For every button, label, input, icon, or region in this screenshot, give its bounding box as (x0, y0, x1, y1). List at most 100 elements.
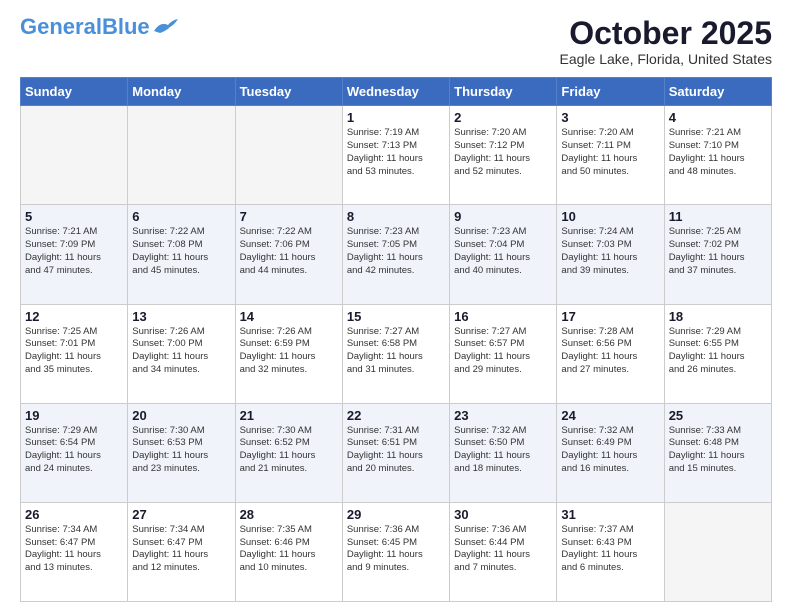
calendar-cell (664, 502, 771, 601)
day-number: 1 (347, 110, 445, 125)
calendar-week-row: 12 Sunrise: 7:25 AMSunset: 7:01 PMDayligh… (21, 304, 772, 403)
calendar-cell: 31 Sunrise: 7:37 AMSunset: 6:43 PMDayligh… (557, 502, 664, 601)
day-number: 25 (669, 408, 767, 423)
day-info: Sunrise: 7:20 AMSunset: 7:11 PMDaylight:… (561, 127, 659, 178)
calendar-cell: 29Sunrise: 7:36 AMSunset: 6:45 PMDayligh… (342, 502, 449, 601)
calendar-cell: 10Sunrise: 7:24 AMSunset: 7:03 PMDayligh… (557, 205, 664, 304)
calendar-cell: 24 Sunrise: 7:32 AMSunset: 6:49 PMDayligh… (557, 403, 664, 502)
day-info: Sunrise: 7:34 AMSunset: 6:47 PMDaylight:… (25, 524, 123, 575)
calendar-cell: 20Sunrise: 7:30 AMSunset: 6:53 PMDayligh… (128, 403, 235, 502)
calendar-cell: 11 Sunrise: 7:25 AMSunset: 7:02 PMDayligh… (664, 205, 771, 304)
calendar-cell: 16Sunrise: 7:27 AMSunset: 6:57 PMDayligh… (450, 304, 557, 403)
page: GeneralBlue October 2025 Eagle Lake, Flo… (0, 0, 792, 612)
calendar-cell: 9Sunrise: 7:23 AMSunset: 7:04 PMDaylight… (450, 205, 557, 304)
calendar-cell: 2 Sunrise: 7:20 AMSunset: 7:12 PMDaylight… (450, 106, 557, 205)
logo-blue: Blue (102, 14, 150, 39)
logo: GeneralBlue (20, 16, 180, 38)
col-header-thursday: Thursday (450, 78, 557, 106)
day-number: 27 (132, 507, 230, 522)
calendar-cell: 14Sunrise: 7:26 AMSunset: 6:59 PMDayligh… (235, 304, 342, 403)
day-info: Sunrise: 7:36 AMSunset: 6:45 PMDaylight:… (347, 524, 445, 575)
col-header-friday: Friday (557, 78, 664, 106)
calendar-cell: 27 Sunrise: 7:34 AMSunset: 6:47 PMDayligh… (128, 502, 235, 601)
calendar-week-row: 1 Sunrise: 7:19 AMSunset: 7:13 PMDaylight… (21, 106, 772, 205)
calendar-cell: 13 Sunrise: 7:26 AMSunset: 7:00 PMDayligh… (128, 304, 235, 403)
day-info: Sunrise: 7:29 AMSunset: 6:55 PMDaylight:… (669, 326, 767, 377)
day-info: Sunrise: 7:35 AMSunset: 6:46 PMDaylight:… (240, 524, 338, 575)
calendar-cell: 6Sunrise: 7:22 AMSunset: 7:08 PMDaylight… (128, 205, 235, 304)
day-info: Sunrise: 7:20 AMSunset: 7:12 PMDaylight:… (454, 127, 552, 178)
calendar-cell: 15 Sunrise: 7:27 AMSunset: 6:58 PMDayligh… (342, 304, 449, 403)
calendar-cell: 19 Sunrise: 7:29 AMSunset: 6:54 PMDayligh… (21, 403, 128, 502)
day-number: 16 (454, 309, 552, 324)
day-info: Sunrise: 7:31 AMSunset: 6:51 PMDaylight:… (347, 425, 445, 476)
day-info: Sunrise: 7:34 AMSunset: 6:47 PMDaylight:… (132, 524, 230, 575)
col-header-tuesday: Tuesday (235, 78, 342, 106)
calendar-cell: 26 Sunrise: 7:34 AMSunset: 6:47 PMDayligh… (21, 502, 128, 601)
day-number: 2 (454, 110, 552, 125)
day-info: Sunrise: 7:25 AMSunset: 7:02 PMDaylight:… (669, 226, 767, 277)
day-number: 4 (669, 110, 767, 125)
day-number: 10 (561, 209, 659, 224)
day-info: Sunrise: 7:33 AMSunset: 6:48 PMDaylight:… (669, 425, 767, 476)
day-number: 28 (240, 507, 338, 522)
day-number: 18 (669, 309, 767, 324)
calendar-cell: 1 Sunrise: 7:19 AMSunset: 7:13 PMDaylight… (342, 106, 449, 205)
calendar-cell: 28 Sunrise: 7:35 AMSunset: 6:46 PMDayligh… (235, 502, 342, 601)
calendar-cell: 21 Sunrise: 7:30 AMSunset: 6:52 PMDayligh… (235, 403, 342, 502)
day-info: Sunrise: 7:28 AMSunset: 6:56 PMDaylight:… (561, 326, 659, 377)
day-number: 24 (561, 408, 659, 423)
col-header-monday: Monday (128, 78, 235, 106)
calendar-table: SundayMondayTuesdayWednesdayThursdayFrid… (20, 77, 772, 602)
day-info: Sunrise: 7:22 AMSunset: 7:06 PMDaylight:… (240, 226, 338, 277)
logo-text: GeneralBlue (20, 16, 150, 38)
day-info: Sunrise: 7:27 AMSunset: 6:58 PMDaylight:… (347, 326, 445, 377)
calendar-header-row: SundayMondayTuesdayWednesdayThursdayFrid… (21, 78, 772, 106)
day-number: 11 (669, 209, 767, 224)
day-number: 19 (25, 408, 123, 423)
day-info: Sunrise: 7:36 AMSunset: 6:44 PMDaylight:… (454, 524, 552, 575)
day-number: 3 (561, 110, 659, 125)
day-number: 15 (347, 309, 445, 324)
calendar-cell: 7 Sunrise: 7:22 AMSunset: 7:06 PMDaylight… (235, 205, 342, 304)
day-info: Sunrise: 7:23 AMSunset: 7:05 PMDaylight:… (347, 226, 445, 277)
calendar-week-row: 19 Sunrise: 7:29 AMSunset: 6:54 PMDayligh… (21, 403, 772, 502)
month-title: October 2025 (560, 16, 772, 51)
day-info: Sunrise: 7:21 AMSunset: 7:09 PMDaylight:… (25, 226, 123, 277)
day-info: Sunrise: 7:25 AMSunset: 7:01 PMDaylight:… (25, 326, 123, 377)
day-number: 8 (347, 209, 445, 224)
day-info: Sunrise: 7:26 AMSunset: 7:00 PMDaylight:… (132, 326, 230, 377)
calendar-cell: 3 Sunrise: 7:20 AMSunset: 7:11 PMDaylight… (557, 106, 664, 205)
day-number: 30 (454, 507, 552, 522)
calendar-cell: 17Sunrise: 7:28 AMSunset: 6:56 PMDayligh… (557, 304, 664, 403)
day-number: 23 (454, 408, 552, 423)
calendar-cell: 23 Sunrise: 7:32 AMSunset: 6:50 PMDayligh… (450, 403, 557, 502)
calendar-cell: 4 Sunrise: 7:21 AMSunset: 7:10 PMDaylight… (664, 106, 771, 205)
day-info: Sunrise: 7:30 AMSunset: 6:52 PMDaylight:… (240, 425, 338, 476)
col-header-sunday: Sunday (21, 78, 128, 106)
day-info: Sunrise: 7:19 AMSunset: 7:13 PMDaylight:… (347, 127, 445, 178)
calendar-cell: 8 Sunrise: 7:23 AMSunset: 7:05 PMDaylight… (342, 205, 449, 304)
logo-general: General (20, 14, 102, 39)
day-number: 12 (25, 309, 123, 324)
day-info: Sunrise: 7:32 AMSunset: 6:49 PMDaylight:… (561, 425, 659, 476)
header: GeneralBlue October 2025 Eagle Lake, Flo… (20, 16, 772, 67)
day-number: 31 (561, 507, 659, 522)
day-number: 13 (132, 309, 230, 324)
day-number: 7 (240, 209, 338, 224)
logo-bird-icon (152, 17, 180, 37)
col-header-wednesday: Wednesday (342, 78, 449, 106)
day-info: Sunrise: 7:29 AMSunset: 6:54 PMDaylight:… (25, 425, 123, 476)
day-info: Sunrise: 7:37 AMSunset: 6:43 PMDaylight:… (561, 524, 659, 575)
location: Eagle Lake, Florida, United States (560, 51, 772, 67)
day-info: Sunrise: 7:23 AMSunset: 7:04 PMDaylight:… (454, 226, 552, 277)
day-number: 6 (132, 209, 230, 224)
day-number: 21 (240, 408, 338, 423)
day-number: 5 (25, 209, 123, 224)
day-number: 26 (25, 507, 123, 522)
day-info: Sunrise: 7:26 AMSunset: 6:59 PMDaylight:… (240, 326, 338, 377)
calendar-week-row: 26 Sunrise: 7:34 AMSunset: 6:47 PMDayligh… (21, 502, 772, 601)
title-block: October 2025 Eagle Lake, Florida, United… (560, 16, 772, 67)
day-info: Sunrise: 7:21 AMSunset: 7:10 PMDaylight:… (669, 127, 767, 178)
day-info: Sunrise: 7:32 AMSunset: 6:50 PMDaylight:… (454, 425, 552, 476)
